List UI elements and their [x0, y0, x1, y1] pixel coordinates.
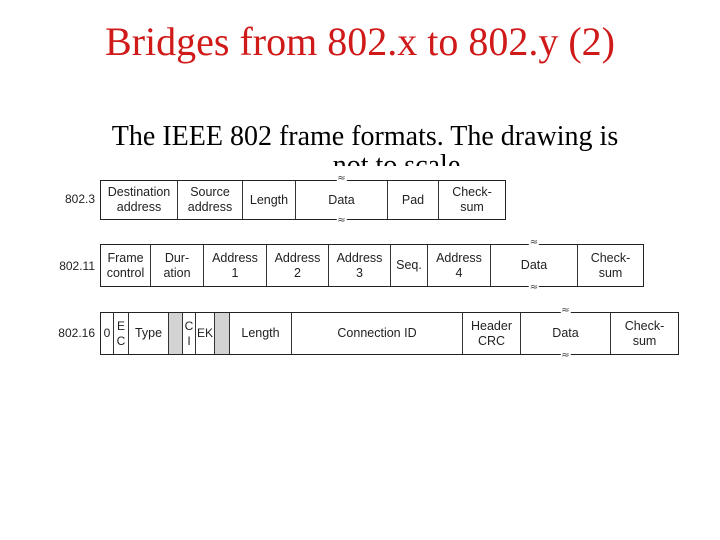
field-data: ≈ Data ≈: [521, 306, 611, 361]
field-source-address: Source address: [178, 181, 243, 219]
field-label: Length: [241, 326, 280, 340]
field-label: Seq.: [396, 258, 422, 272]
field-label: Data: [520, 258, 548, 272]
field-label: EK: [196, 326, 213, 340]
frame-label-802-11: 802.11: [59, 259, 95, 273]
field-checksum: Check- sum: [611, 313, 678, 354]
field-label: Address 2: [274, 250, 321, 280]
field-label: Frame control: [106, 250, 145, 280]
slide-subtitle: The IEEE 802 frame formats. The drawing …: [111, 121, 619, 152]
field-connection-id: Connection ID: [292, 313, 463, 354]
field-address-1: Address 1: [204, 245, 267, 286]
frame-label-802-16: 802.16: [58, 326, 95, 340]
field-reserved: [169, 313, 183, 354]
field-label: Length: [249, 192, 289, 207]
field-label: Dur- ation: [163, 250, 191, 280]
field-label: Check- sum: [590, 250, 631, 280]
field-checksum: Check- sum: [578, 245, 643, 286]
field-address-4: Address 4: [428, 245, 491, 286]
field-frame-control: Frame control: [101, 245, 151, 286]
field-sequence: Seq.: [391, 245, 428, 286]
field-address-2: Address 2: [267, 245, 329, 286]
field-reserved: [215, 313, 230, 354]
field-zero-bit: 0: [101, 313, 114, 354]
break-icon: ≈: [528, 237, 540, 248]
field-ci: C I: [183, 313, 196, 354]
field-data: ≈ Data ≈: [491, 238, 578, 293]
field-label: Source address: [187, 185, 233, 214]
field-pad: Pad: [388, 181, 439, 219]
slide-title: Bridges from 802.x to 802.y (2): [105, 19, 615, 64]
frame-label-802-3: 802.3: [64, 192, 95, 206]
field-ec: E C: [114, 313, 129, 354]
frame-802-3: Destination address Source address Lengt…: [100, 174, 506, 226]
field-duration: Dur- ation: [151, 245, 204, 286]
field-length: Length: [230, 313, 292, 354]
clipped-subtitle-text: not to scale.: [333, 152, 468, 166]
field-label: Header CRC: [471, 318, 512, 348]
field-label: Check- sum: [452, 185, 492, 214]
field-label: C I: [184, 318, 194, 348]
field-label: E C: [116, 318, 126, 348]
field-checksum: Check- sum: [439, 181, 505, 219]
field-label: Connection ID: [337, 326, 417, 340]
field-address-3: Address 3: [329, 245, 391, 286]
field-label: Check- sum: [624, 318, 665, 348]
break-icon: ≈: [336, 173, 347, 184]
frame-802-16: 0 E C Type C I EK Length Connection ID H…: [100, 306, 679, 361]
field-label: Type: [134, 326, 163, 340]
field-label: Destination address: [107, 185, 171, 214]
break-icon: ≈: [560, 350, 571, 361]
field-destination-address: Destination address: [101, 181, 178, 219]
clipped-subtitle-line: not to scale.: [0, 152, 720, 166]
break-icon: ≈: [560, 305, 571, 316]
field-length: Length: [243, 181, 296, 219]
field-type: Type: [129, 313, 169, 354]
field-header-crc: Header CRC: [463, 313, 521, 354]
field-label: Address 1: [212, 250, 258, 280]
field-label: Data: [552, 326, 579, 340]
field-label: Data: [328, 192, 355, 207]
field-label: 0: [103, 326, 111, 340]
field-label: Pad: [401, 192, 425, 207]
break-icon: ≈: [528, 282, 540, 293]
field-label: Address 4: [436, 250, 482, 280]
frame-802-11: Frame control Dur- ation Address 1 Addre…: [100, 238, 644, 293]
break-icon: ≈: [336, 215, 347, 226]
field-ek: EK: [196, 313, 215, 354]
field-data: ≈ Data ≈: [296, 174, 388, 226]
field-label: Address 3: [336, 250, 383, 280]
